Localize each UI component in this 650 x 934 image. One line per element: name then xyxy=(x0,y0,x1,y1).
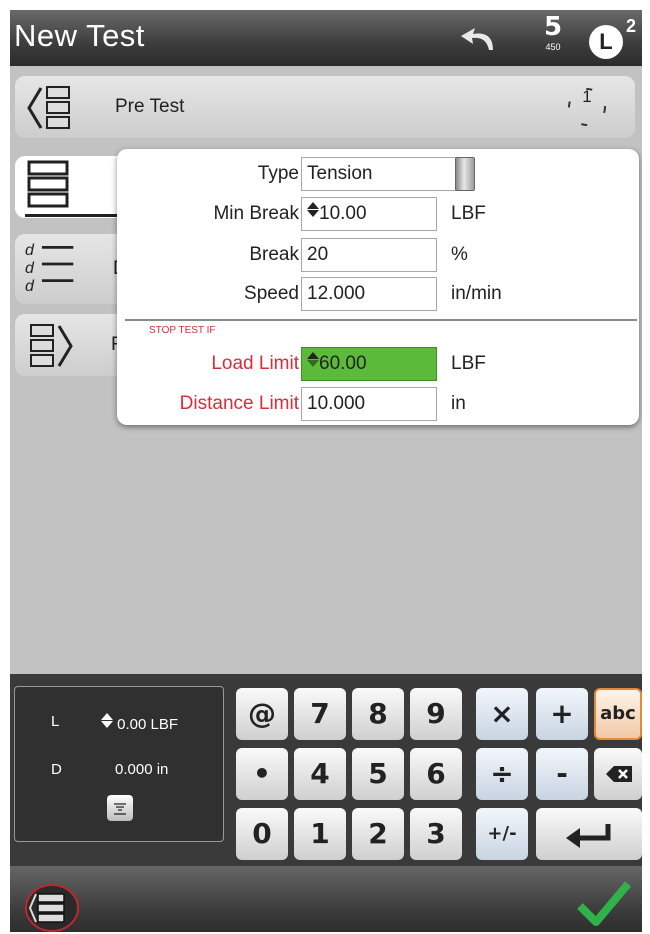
break-unit: % xyxy=(451,244,468,265)
key-at[interactable]: @ xyxy=(236,688,288,740)
key-7[interactable]: 7 xyxy=(294,688,346,740)
station-number: 5 xyxy=(543,12,563,42)
speed-label: Speed xyxy=(244,283,299,304)
screen: New Test 5 450 L 2 Pre Test 1 d d d Type… xyxy=(10,10,642,932)
type-dropdown-button[interactable] xyxy=(455,157,475,191)
test-menu-icon[interactable] xyxy=(24,882,80,932)
key-plus-minus[interactable]: +/- xyxy=(476,808,528,860)
divider xyxy=(125,319,637,321)
min-break-direction-icon xyxy=(307,202,319,217)
key-minus[interactable]: - xyxy=(536,748,588,800)
load-limit-unit: LBF xyxy=(451,353,486,374)
key-5[interactable]: 5 xyxy=(352,748,404,800)
stop-test-header: STOP TEST IF xyxy=(149,325,216,336)
key-8[interactable]: 8 xyxy=(352,688,404,740)
load-direction-icon xyxy=(101,713,113,728)
pre-test-label: Pre Test xyxy=(115,96,185,117)
title-bar: New Test 5 450 L 2 xyxy=(10,10,642,66)
post-test-icon xyxy=(30,324,73,367)
speed-field[interactable]: 12.000 xyxy=(301,277,437,311)
key-2[interactable]: 2 xyxy=(352,808,404,860)
zero-tare-icon[interactable] xyxy=(107,795,133,821)
min-break-label: Min Break xyxy=(213,203,299,224)
key-6[interactable]: 6 xyxy=(410,748,462,800)
key-4[interactable]: 4 xyxy=(294,748,346,800)
load-readout-value: 0.00 LBF xyxy=(101,713,178,733)
distance-limit-unit: in xyxy=(451,393,466,414)
page-title: New Test xyxy=(14,18,145,53)
data-letter: d xyxy=(25,278,34,295)
test-icon xyxy=(27,160,69,208)
active-step-underline xyxy=(25,214,125,217)
key-1[interactable]: 1 xyxy=(294,808,346,860)
data-letters: d d d xyxy=(25,242,34,296)
station-capacity: 450 xyxy=(545,42,561,52)
bottom-bar xyxy=(10,866,642,932)
pre-test-icon xyxy=(27,86,70,129)
key-3[interactable]: 3 xyxy=(410,808,462,860)
type-field[interactable]: Tension xyxy=(301,157,461,191)
key-dot[interactable]: • xyxy=(236,748,288,800)
keypad-panel: L 0.00 LBF D 0.000 in @ 7 8 9 × + abc • … xyxy=(10,674,642,866)
distance-limit-field[interactable]: 10.000 xyxy=(301,387,437,421)
load-cell-badge[interactable]: L xyxy=(589,25,623,59)
live-readout: L 0.00 LBF D 0.000 in xyxy=(14,686,224,842)
data-letter: d xyxy=(25,242,34,259)
min-break-value: 10.00 xyxy=(319,203,367,224)
load-limit-value: 60.00 xyxy=(319,353,367,374)
check-icon[interactable] xyxy=(576,876,632,928)
distance-limit-label: Distance Limit xyxy=(179,393,299,414)
break-label: Break xyxy=(249,244,299,265)
enter-icon[interactable] xyxy=(536,808,642,860)
key-divide[interactable]: ÷ xyxy=(476,748,528,800)
load-value: 0.00 LBF xyxy=(117,716,179,733)
load-limit-label: Load Limit xyxy=(211,353,299,374)
undo-icon[interactable] xyxy=(459,24,501,54)
key-plus[interactable]: + xyxy=(536,688,588,740)
key-abc[interactable]: abc xyxy=(594,688,642,740)
load-limit-direction-icon xyxy=(307,352,319,367)
min-break-field[interactable]: 10.00 xyxy=(301,197,437,231)
distance-readout-value: 0.000 in xyxy=(115,761,169,778)
speed-unit: in/min xyxy=(451,283,502,304)
step-pre-test[interactable]: Pre Test 1 xyxy=(15,76,635,138)
test-settings-popup: Type Tension Min Break 10.00 LBF Break 2… xyxy=(117,149,639,425)
data-letter: d xyxy=(25,260,34,277)
key-0[interactable]: 0 xyxy=(236,808,288,860)
pre-test-count: 1 xyxy=(582,87,592,106)
station-badge[interactable]: 5 450 xyxy=(540,14,566,62)
load-readout-key: L xyxy=(51,713,60,730)
load-cell-count: 2 xyxy=(626,16,637,36)
key-9[interactable]: 9 xyxy=(410,688,462,740)
key-multiply[interactable]: × xyxy=(476,688,528,740)
break-field[interactable]: 20 xyxy=(301,238,437,272)
load-limit-field[interactable]: 60.00 xyxy=(301,347,437,381)
min-break-unit: LBF xyxy=(451,203,486,224)
type-label: Type xyxy=(257,163,299,184)
distance-readout-key: D xyxy=(51,761,62,778)
backspace-icon[interactable] xyxy=(594,748,642,800)
